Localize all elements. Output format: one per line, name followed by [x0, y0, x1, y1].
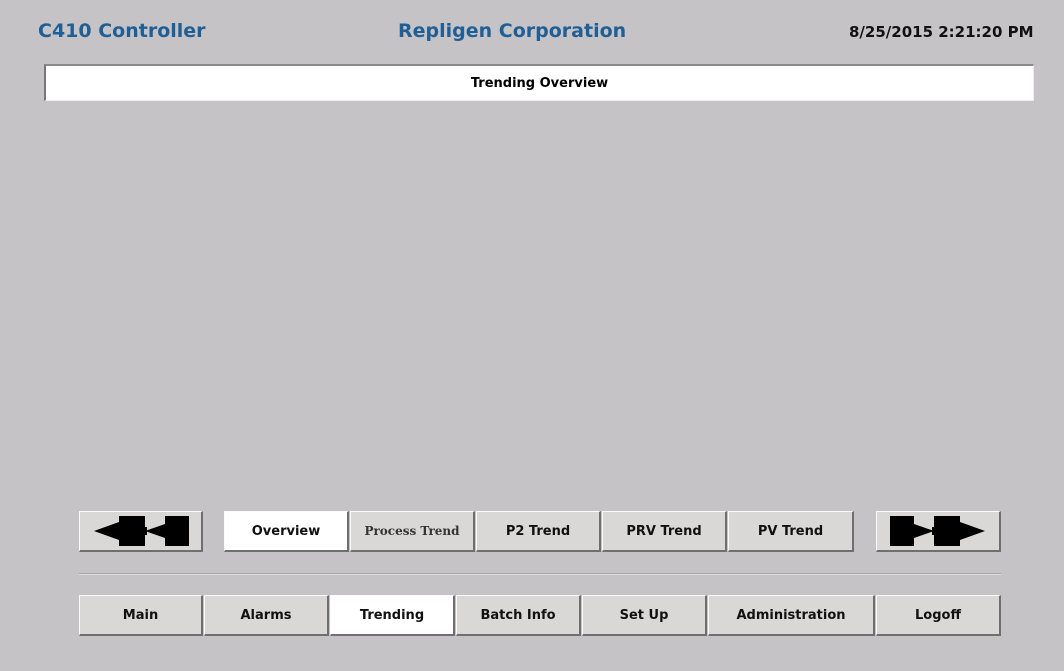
nav-separator [79, 573, 1001, 575]
tab-p2-trend[interactable]: P2 Trend [476, 511, 601, 552]
nav-label: Alarms [240, 607, 292, 623]
tab-label: Process Trend [364, 524, 460, 538]
double-arrow-right-icon [888, 514, 988, 548]
next-page-button[interactable] [876, 511, 1001, 552]
tab-label: PV Trend [757, 523, 824, 539]
tab-label: P2 Trend [505, 523, 571, 539]
tab-prv-trend[interactable]: PRV Trend [602, 511, 727, 552]
nav-main-button[interactable]: Main [79, 595, 203, 636]
nav-logoff-button[interactable]: Logoff [876, 595, 1001, 636]
nav-set-up-button[interactable]: Set Up [582, 595, 707, 636]
page-title: Trending Overview [470, 75, 609, 91]
company-name: Repligen Corporation [398, 20, 627, 42]
nav-batch-info-button[interactable]: Batch Info [456, 595, 581, 636]
nav-label: Main [122, 607, 159, 623]
nav-label: Administration [736, 607, 846, 623]
nav-label: Set Up [619, 607, 669, 623]
tab-pv-trend[interactable]: PV Trend [728, 511, 854, 552]
datetime-display: 8/25/2015 2:21:20 PM [849, 23, 1034, 41]
nav-label: Batch Info [480, 607, 556, 623]
tab-overview[interactable]: Overview [224, 511, 349, 552]
previous-page-button[interactable] [79, 511, 203, 552]
nav-administration-button[interactable]: Administration [708, 595, 875, 636]
tab-process-trend[interactable]: Process Trend [350, 511, 475, 552]
nav-trending-button[interactable]: Trending [330, 595, 455, 636]
double-arrow-left-icon [91, 514, 191, 548]
tab-label: Overview [251, 523, 321, 539]
nav-label: Trending [359, 607, 425, 623]
nav-alarms-button[interactable]: Alarms [204, 595, 329, 636]
nav-label: Logoff [915, 607, 961, 623]
page-title-bar: Trending Overview [44, 64, 1034, 101]
tab-label: PRV Trend [626, 523, 702, 539]
app-title: C410 Controller [38, 20, 206, 42]
